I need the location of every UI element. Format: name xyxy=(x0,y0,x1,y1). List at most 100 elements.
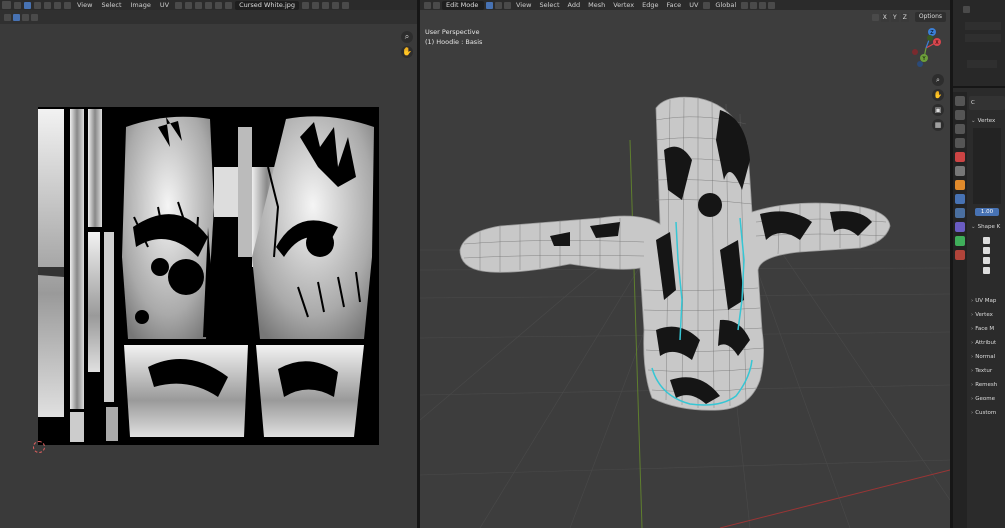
mirror-z-toggle[interactable]: Z xyxy=(900,12,909,22)
vertex-groups-panel[interactable]: ⌄ Vertex xyxy=(969,114,1005,128)
remesh-panel[interactable]: › Remesh xyxy=(969,378,1005,392)
object-name-field[interactable]: C xyxy=(969,96,1005,110)
outliner-row[interactable] xyxy=(965,34,1001,42)
gizmo-neg-x[interactable] xyxy=(912,49,918,55)
mode-new-icon[interactable] xyxy=(13,13,20,21)
properties-editor: C ⌄ Vertex 1.00 ⌄ Shape K › UV Map › Vertex … xyxy=(953,0,1005,528)
menu-uv[interactable]: UV xyxy=(686,1,701,9)
image-browse-icon[interactable] xyxy=(225,1,233,9)
mode-selector[interactable]: Edit Mode xyxy=(442,0,484,10)
menu-select[interactable]: Select xyxy=(98,1,124,9)
zoom-icon[interactable]: ⌕ xyxy=(932,74,944,86)
scene-tab-icon[interactable] xyxy=(955,152,965,162)
overlay-icon[interactable] xyxy=(768,1,776,9)
proportional-edit-icon[interactable] xyxy=(205,1,213,9)
shape-key-add-icon[interactable] xyxy=(983,237,990,244)
face-select-icon[interactable] xyxy=(44,1,51,9)
sync-selection-icon[interactable] xyxy=(14,1,21,9)
sticky-select-icon[interactable] xyxy=(64,1,71,9)
uv-texture-image[interactable] xyxy=(38,107,379,445)
vertex-weight-field[interactable]: 1.00 xyxy=(975,208,999,216)
snap-icon[interactable] xyxy=(185,1,193,9)
image-name-field[interactable]: Cursed White.jpg xyxy=(235,0,300,10)
outliner-type-icon[interactable] xyxy=(963,6,970,13)
render-tab-icon[interactable] xyxy=(955,110,965,120)
object-tab-icon[interactable] xyxy=(955,180,965,190)
modifier-tab-icon[interactable] xyxy=(955,194,965,204)
material-tab-icon[interactable] xyxy=(955,250,965,260)
face-select-icon[interactable] xyxy=(504,1,511,9)
tool-tab-icon[interactable] xyxy=(955,96,965,106)
world-tab-icon[interactable] xyxy=(955,166,965,176)
menu-uv[interactable]: UV xyxy=(157,1,172,9)
falloff-icon[interactable] xyxy=(215,1,223,9)
vertex-group-list[interactable] xyxy=(973,128,1001,204)
editor-type-icon[interactable] xyxy=(2,1,11,9)
edge-select-icon[interactable] xyxy=(495,1,502,9)
island-select-icon[interactable] xyxy=(54,1,61,9)
hand-icon[interactable]: ✋ xyxy=(401,46,413,58)
snap-target-icon[interactable] xyxy=(195,1,203,9)
menu-mesh[interactable]: Mesh xyxy=(585,1,608,9)
options-dropdown[interactable]: Options xyxy=(914,12,946,22)
menu-add[interactable]: Add xyxy=(565,1,584,9)
shape-keys-panel[interactable]: ⌄ Shape K xyxy=(969,220,1005,234)
grid-icon[interactable]: ▦ xyxy=(932,119,944,131)
vertex-select-icon[interactable] xyxy=(24,1,31,9)
mirror-y-toggle[interactable]: Y xyxy=(890,12,899,22)
pin-icon[interactable] xyxy=(342,1,350,9)
uv-cursor-icon[interactable] xyxy=(33,441,45,453)
shape-key-remove-icon[interactable] xyxy=(983,247,990,254)
custom-properties-panel[interactable]: › Custom xyxy=(969,406,1005,420)
camera-icon[interactable]: ▣ xyxy=(932,104,944,116)
menu-vertex[interactable]: Vertex xyxy=(610,1,637,9)
texture-space-panel[interactable]: › Textur xyxy=(969,364,1005,378)
mode-extend-icon[interactable] xyxy=(22,13,29,21)
shape-key-move-icon[interactable] xyxy=(983,257,990,264)
menu-view[interactable]: View xyxy=(513,1,534,9)
proportional-edit-icon[interactable] xyxy=(759,1,767,9)
menu-view[interactable]: View xyxy=(74,1,95,9)
gizmo-neg-y[interactable] xyxy=(927,35,933,41)
menu-face[interactable]: Face xyxy=(663,1,684,9)
menu-image[interactable]: Image xyxy=(128,1,154,9)
data-tab-icon[interactable] xyxy=(955,236,965,246)
mode-icon[interactable] xyxy=(433,1,440,9)
open-image-icon[interactable] xyxy=(322,1,330,9)
transform-orientation-dropdown[interactable]: Global xyxy=(712,1,739,9)
mirror-x-toggle[interactable]: X xyxy=(880,12,889,22)
physics-tab-icon[interactable] xyxy=(955,222,965,232)
orientation-icon[interactable] xyxy=(703,1,711,9)
attributes-panel[interactable]: › Attribut xyxy=(969,336,1005,350)
pivot-icon[interactable] xyxy=(741,1,749,9)
edge-select-icon[interactable] xyxy=(34,1,41,9)
shape-key-menu-icon[interactable] xyxy=(983,267,990,274)
uv-maps-panel[interactable]: › UV Map xyxy=(969,294,1005,308)
output-tab-icon[interactable] xyxy=(955,124,965,134)
gizmo-neg-z[interactable] xyxy=(917,61,923,67)
outliner-row[interactable] xyxy=(967,60,997,68)
menu-select[interactable]: Select xyxy=(536,1,562,9)
menu-edge[interactable]: Edge xyxy=(639,1,661,9)
editor-type-icon[interactable] xyxy=(424,1,431,9)
navigation-gizmo[interactable]: X Z Y xyxy=(902,24,950,74)
geometry-data-panel[interactable]: › Geome xyxy=(969,392,1005,406)
view-layer-tab-icon[interactable] xyxy=(955,138,965,148)
mode-subtract-icon[interactable] xyxy=(31,13,38,21)
vertex-select-icon[interactable] xyxy=(486,1,493,9)
vertex-colors-panel[interactable]: › Vertex xyxy=(969,308,1005,322)
new-image-icon[interactable] xyxy=(312,1,320,9)
outliner-row[interactable] xyxy=(965,22,1001,30)
hand-icon[interactable]: ✋ xyxy=(932,89,944,101)
normals-panel[interactable]: › Normal xyxy=(969,350,1005,364)
pivot-icon[interactable] xyxy=(175,1,183,9)
zoom-icon[interactable]: ⌕ xyxy=(401,31,413,43)
select-tool-icon[interactable] xyxy=(4,13,11,21)
mirror-icon[interactable] xyxy=(871,13,879,21)
snap-icon[interactable] xyxy=(750,1,758,9)
particles-tab-icon[interactable] xyxy=(955,208,965,218)
unlink-image-icon[interactable] xyxy=(332,1,340,9)
fake-user-icon[interactable] xyxy=(302,1,310,9)
face-maps-panel[interactable]: › Face M xyxy=(969,322,1005,336)
3d-viewport[interactable]: Edit Mode View Select Add Mesh Vertex Ed… xyxy=(420,0,950,528)
